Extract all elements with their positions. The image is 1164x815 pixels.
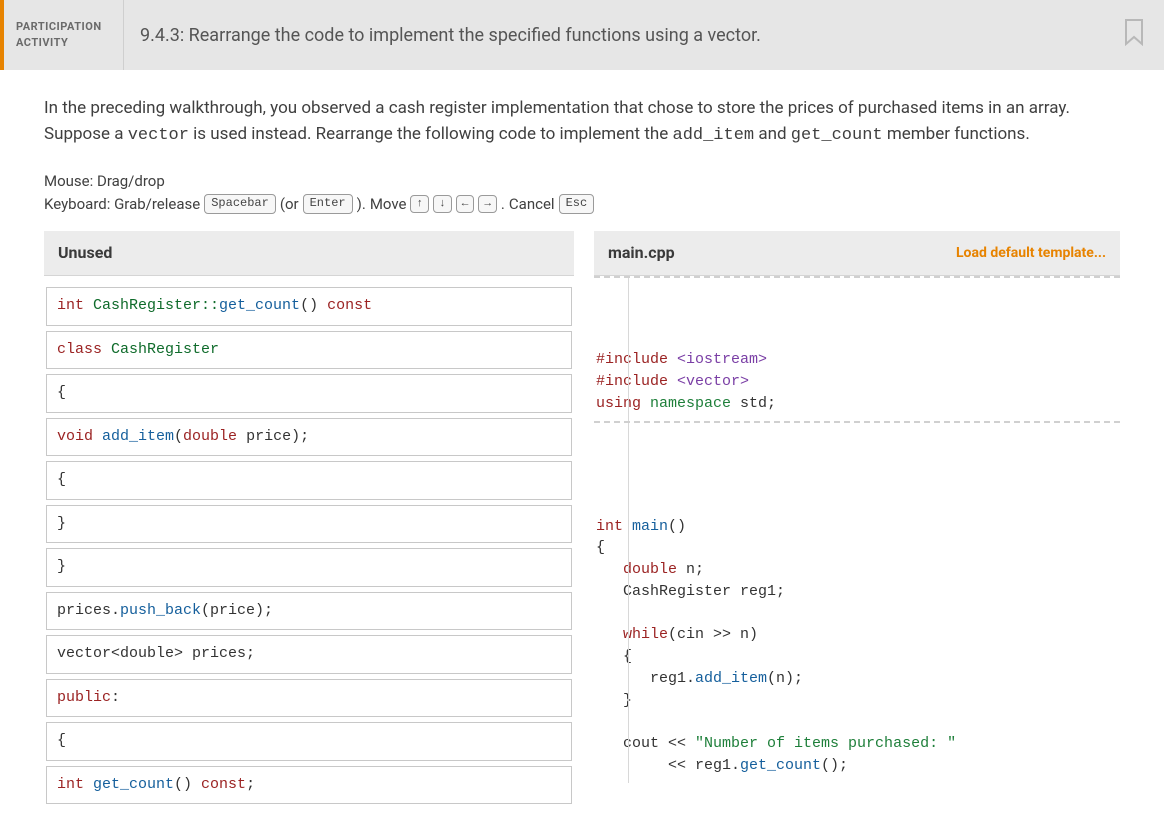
load-default-link[interactable]: Load default template...	[956, 243, 1106, 264]
code-line: cout << "Number of items purchased: "	[596, 733, 1120, 755]
bookmark-icon	[1122, 18, 1146, 53]
code-line: #include <vector>	[596, 371, 1120, 393]
code-line: {	[596, 537, 1120, 559]
key-enter: Enter	[303, 194, 353, 214]
label-line1: PARTICIPATION	[16, 19, 111, 36]
intro-paragraph: In the preceding walkthrough, you observ…	[44, 96, 1120, 148]
gutter-line	[628, 423, 629, 783]
code-tile[interactable]: int CashRegister::get_count() const	[46, 287, 572, 326]
maincpp-header: main.cpp Load default template...	[594, 231, 1120, 276]
code-line: << reg1.get_count();	[596, 755, 1120, 777]
hint-mouse: Mouse: Drag/drop	[44, 170, 1120, 193]
code-tile[interactable]: {	[46, 374, 572, 413]
key-spacebar: Spacebar	[204, 194, 276, 214]
code-line	[596, 603, 1120, 625]
key-up: ↑	[410, 195, 429, 213]
code-line: while(cin >> n)	[596, 624, 1120, 646]
activity-content: In the preceding walkthrough, you observ…	[0, 70, 1164, 815]
code-line: reg1.add_item(n);	[596, 668, 1120, 690]
code-line: }	[596, 690, 1120, 712]
code-tile[interactable]: }	[46, 548, 572, 587]
unused-tiles-list[interactable]: int CashRegister::get_count() constclass…	[44, 276, 574, 815]
code-tile[interactable]: }	[46, 505, 572, 544]
code-tile[interactable]: vector<double> prices;	[46, 635, 572, 674]
intro-post: member functions.	[883, 124, 1030, 144]
hint-move: Move	[370, 193, 407, 216]
label-line2: ACTIVITY	[16, 35, 111, 52]
activity-title: 9.4.3: Rearrange the code to implement t…	[124, 0, 1104, 70]
hint-keyboard: Keyboard: Grab/release Spacebar (or Ente…	[44, 193, 1120, 216]
code-line: CashRegister reg1;	[596, 581, 1120, 603]
intro-code-additem: add_item	[673, 126, 755, 145]
code-tile[interactable]: void add_item(double price);	[46, 418, 572, 457]
code-tile[interactable]: prices.push_back(price);	[46, 592, 572, 631]
activity-title-text: Rearrange the code to implement the spec…	[189, 22, 761, 49]
controls-hint: Mouse: Drag/drop Keyboard: Grab/release …	[44, 170, 1120, 215]
intro-code-vector: vector	[128, 126, 189, 145]
unused-title: Unused	[58, 241, 112, 265]
code-tile[interactable]: int get_count() const;	[46, 766, 572, 805]
workspace-columns: Unused int CashRegister::get_count() con…	[44, 231, 1120, 815]
unused-panel: Unused int CashRegister::get_count() con…	[44, 231, 574, 815]
maincpp-panel: main.cpp Load default template... #inclu…	[594, 231, 1120, 783]
maincpp-title: main.cpp	[608, 241, 675, 265]
hint-dot: .	[501, 193, 505, 216]
key-down: ↓	[433, 195, 452, 213]
code-tile[interactable]: {	[46, 722, 572, 761]
hint-or-close: ).	[357, 193, 366, 216]
key-right: →	[478, 195, 497, 213]
unused-header: Unused	[44, 231, 574, 276]
key-left: ←	[456, 195, 475, 213]
code-tile[interactable]: class CashRegister	[46, 331, 572, 370]
activity-type-label: PARTICIPATION ACTIVITY	[4, 0, 124, 70]
code-section-2[interactable]: int main(){ double n; CashRegister reg1;…	[594, 423, 1120, 783]
intro-mid2: and	[754, 124, 791, 144]
intro-mid1: is used instead. Rearrange the following…	[189, 124, 673, 144]
hint-or-open: (or	[280, 193, 299, 216]
gutter-line	[628, 278, 629, 421]
bookmark-button[interactable]	[1104, 0, 1164, 70]
key-esc: Esc	[559, 194, 595, 214]
code-tile[interactable]: public:	[46, 679, 572, 718]
code-line: double n;	[596, 559, 1120, 581]
code-line	[596, 711, 1120, 733]
code-line: int main()	[596, 516, 1120, 538]
hint-cancel: Cancel	[509, 193, 555, 216]
activity-number: 9.4.3:	[140, 22, 184, 49]
code-line: {	[596, 646, 1120, 668]
code-line: #include <iostream>	[596, 349, 1120, 371]
intro-code-getcount: get_count	[791, 126, 883, 145]
activity-header: PARTICIPATION ACTIVITY 9.4.3: Rearrange …	[0, 0, 1164, 70]
hint-kb-prefix: Keyboard: Grab/release	[44, 193, 200, 216]
code-section-1[interactable]: #include <iostream>#include <vector>usin…	[594, 278, 1120, 421]
code-line: using namespace std;	[596, 393, 1120, 415]
code-line	[596, 494, 1120, 516]
code-tile[interactable]: {	[46, 461, 572, 500]
